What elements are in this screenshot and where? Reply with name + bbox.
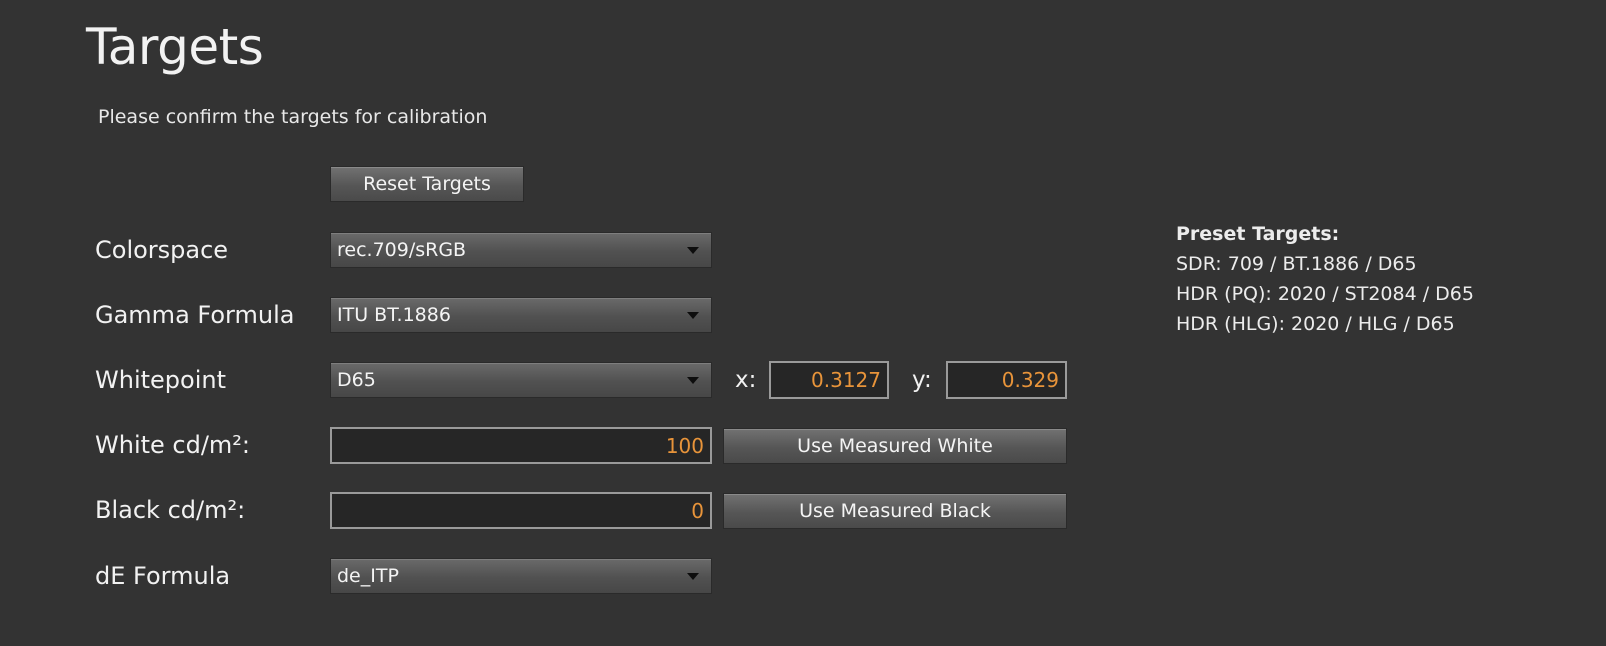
gamma-formula-label: Gamma Formula xyxy=(95,301,295,329)
use-measured-black-button[interactable]: Use Measured Black xyxy=(723,493,1067,529)
de-formula-value: de_ITP xyxy=(337,565,399,587)
whitepoint-value: D65 xyxy=(337,369,376,391)
gamma-formula-value: ITU BT.1886 xyxy=(337,304,451,326)
page-subtitle: Please confirm the targets for calibrati… xyxy=(98,106,488,128)
white-luminance-input[interactable]: 100 xyxy=(330,427,712,464)
black-luminance-label: Black cd/m²: xyxy=(95,496,246,524)
preset-targets-panel: Preset Targets: SDR: 709 / BT.1886 / D65… xyxy=(1176,219,1474,339)
reset-targets-button[interactable]: Reset Targets xyxy=(330,166,524,202)
whitepoint-label: Whitepoint xyxy=(95,366,226,394)
use-measured-white-button[interactable]: Use Measured White xyxy=(723,428,1067,464)
preset-targets-heading: Preset Targets: xyxy=(1176,223,1340,245)
preset-item-sdr: SDR: 709 / BT.1886 / D65 xyxy=(1176,253,1417,275)
preset-item-hdr-hlg: HDR (HLG): 2020 / HLG / D65 xyxy=(1176,313,1455,335)
whitepoint-x-input[interactable]: 0.3127 xyxy=(769,361,889,399)
triangle-down-icon xyxy=(687,311,699,319)
page-title: Targets xyxy=(86,18,264,76)
triangle-down-icon xyxy=(687,376,699,384)
colorspace-label: Colorspace xyxy=(95,236,229,264)
white-luminance-label: White cd/m²: xyxy=(95,431,251,459)
triangle-down-icon xyxy=(687,572,699,580)
de-formula-label: dE Formula xyxy=(95,562,231,590)
whitepoint-select[interactable]: D65 xyxy=(330,362,712,398)
black-luminance-input[interactable]: 0 xyxy=(330,492,712,529)
whitepoint-y-input[interactable]: 0.329 xyxy=(946,361,1067,399)
triangle-down-icon xyxy=(687,246,699,254)
colorspace-value: rec.709/sRGB xyxy=(337,239,467,261)
de-formula-select[interactable]: de_ITP xyxy=(330,558,712,594)
whitepoint-x-label: x: xyxy=(735,367,757,393)
colorspace-select[interactable]: rec.709/sRGB xyxy=(330,232,712,268)
preset-item-hdr-pq: HDR (PQ): 2020 / ST2084 / D65 xyxy=(1176,283,1474,305)
gamma-formula-select[interactable]: ITU BT.1886 xyxy=(330,297,712,333)
whitepoint-y-label: y: xyxy=(912,367,932,393)
